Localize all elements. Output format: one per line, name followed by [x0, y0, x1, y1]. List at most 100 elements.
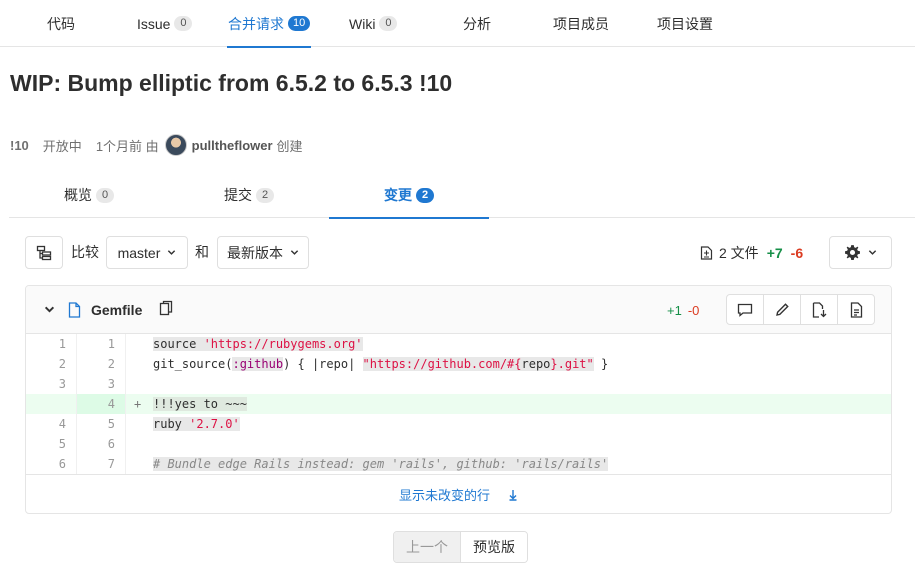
count-badge: 0	[96, 187, 114, 203]
tab-wiki[interactable]: Wiki 0	[349, 0, 398, 47]
and-label: 和	[195, 244, 209, 260]
tab-label: Issue	[137, 15, 171, 32]
mr-tabs: 概览 0 提交 2 变更 2	[9, 172, 915, 219]
project-nav: 代码 Issue 0 合并请求 10 Wiki 0 分析 项目成员 项目设置	[0, 0, 915, 48]
diff-line: 1 1 source 'https://rubygems.org'	[26, 334, 891, 354]
diff-line: 4 5 ruby '2.7.0'	[26, 414, 891, 434]
avatar[interactable]	[164, 134, 187, 156]
count-badge: 2	[256, 187, 274, 203]
view-file-button[interactable]	[800, 294, 838, 325]
copy-path-button[interactable]	[159, 300, 173, 316]
old-line-number[interactable]: 5	[26, 434, 76, 454]
tab-issues[interactable]: Issue 0	[137, 0, 193, 47]
tab-commits[interactable]: 提交 2	[169, 172, 329, 218]
source-branch-value: master	[117, 244, 161, 261]
target-version-value: 最新版本	[227, 244, 283, 261]
file-stats: +1 -0	[667, 300, 699, 320]
tab-analytics[interactable]: 分析	[463, 0, 491, 47]
diff-settings-dropdown[interactable]	[829, 236, 892, 269]
expand-label: 显示未改变的行	[398, 488, 490, 503]
new-line-number[interactable]: 7	[76, 454, 126, 474]
count-badge: 0	[379, 16, 398, 31]
tab-members[interactable]: 项目成员	[553, 0, 609, 47]
tab-code[interactable]: 代码	[47, 0, 75, 47]
gear-icon	[845, 245, 860, 260]
file-diff-icon	[700, 245, 713, 260]
chevron-down-icon	[868, 250, 877, 255]
new-line-number[interactable]: 3	[76, 374, 126, 394]
tab-label: Wiki	[349, 15, 376, 32]
show-unchanged-lines-button[interactable]: 显示未改变的行	[26, 474, 891, 513]
old-line-number[interactable]: 3	[26, 374, 76, 394]
new-line-number[interactable]: 1	[76, 334, 126, 354]
tab-label: 合并请求	[228, 15, 284, 32]
tab-label: 概览	[64, 187, 92, 203]
additions-count: +7	[766, 244, 783, 261]
view-source-button[interactable]	[837, 294, 875, 325]
tab-merge-requests[interactable]: 合并请求 10	[226, 0, 312, 48]
old-line-number[interactable]: 1	[26, 334, 76, 354]
expand-down-icon	[509, 489, 517, 501]
comment-button[interactable]	[726, 294, 764, 325]
diff-line: 5 6	[26, 434, 891, 454]
files-count: 2 文件	[719, 244, 759, 261]
tab-label: 项目成员	[553, 15, 609, 32]
file-icon	[68, 302, 81, 318]
line-code: source 'https://rubygems.org'	[153, 337, 363, 351]
diff-line: 6 7 # Bundle edge Rails instead: gem 'ra…	[26, 454, 891, 474]
file-pagination: 上一个 预览版	[393, 531, 528, 563]
author-link[interactable]: pulltheflower	[192, 138, 273, 153]
document-icon	[850, 301, 862, 318]
edit-file-button[interactable]	[763, 294, 801, 325]
file-additions: +1	[667, 302, 682, 318]
tab-settings[interactable]: 项目设置	[657, 0, 713, 47]
file-tree-toggle-button[interactable]	[25, 236, 63, 269]
copy-icon	[159, 300, 173, 316]
target-version-dropdown[interactable]: 最新版本	[217, 236, 309, 269]
tab-label: 代码	[47, 15, 75, 32]
new-line-number[interactable]: 2	[76, 354, 126, 374]
tab-overview[interactable]: 概览 0	[9, 172, 169, 218]
diff-line: 2 2 git_source(:github) { |repo| "https:…	[26, 354, 891, 374]
new-line-number[interactable]: 4	[76, 394, 126, 414]
mr-meta: !10 开放中 1个月前 由 pulltheflower 创建	[10, 134, 303, 156]
diff-line-added: 4 + !!!yes to ~~~	[26, 394, 891, 414]
line-code: !!!yes to ~~~	[153, 397, 247, 411]
count-badge: 10	[288, 16, 311, 31]
prev-file-button[interactable]: 上一个	[394, 532, 461, 562]
diff-stats: 2 文件 +7 -6	[700, 236, 803, 269]
file-header: Gemfile +1 -0	[26, 286, 891, 334]
added-marker: +	[134, 397, 142, 411]
line-code: git_source(:github) { |repo| "https://gi…	[153, 357, 609, 371]
tab-label: 分析	[463, 15, 491, 32]
chevron-down-icon	[168, 250, 176, 255]
collapse-toggle[interactable]	[44, 304, 55, 315]
page-title: WIP: Bump elliptic from 6.5.2 to 6.5.3 !…	[10, 70, 453, 96]
new-line-number[interactable]: 5	[76, 414, 126, 434]
tab-changes[interactable]: 变更 2	[329, 172, 489, 219]
new-line-number[interactable]: 6	[76, 434, 126, 454]
file-download-icon	[812, 301, 826, 318]
diff-lines: 1 1 source 'https://rubygems.org' 2 2 gi…	[26, 334, 891, 474]
compare-label: 比较	[71, 244, 99, 260]
line-code: # Bundle edge Rails instead: gem 'rails'…	[153, 457, 609, 471]
old-line-number[interactable]: 2	[26, 354, 76, 374]
tab-label: 提交	[224, 187, 252, 203]
line-code: ruby '2.7.0'	[153, 417, 240, 431]
file-deletions: -0	[687, 302, 700, 318]
deletions-count: -6	[790, 244, 804, 261]
file-tree-icon	[36, 245, 52, 260]
source-branch-dropdown[interactable]: master	[106, 236, 188, 269]
old-line-number[interactable]: 6	[26, 454, 76, 474]
count-badge: 0	[174, 16, 193, 31]
chevron-down-icon	[290, 250, 299, 255]
file-name[interactable]: Gemfile	[91, 300, 142, 320]
comment-icon	[737, 303, 753, 317]
next-file-button[interactable]: 预览版	[461, 532, 527, 562]
diff-line: 3 3	[26, 374, 891, 394]
mr-state: 开放中	[42, 138, 82, 154]
mr-action: 创建	[276, 138, 303, 154]
mr-iid: !10	[10, 137, 29, 153]
count-badge: 2	[416, 187, 434, 203]
old-line-number[interactable]: 4	[26, 414, 76, 434]
